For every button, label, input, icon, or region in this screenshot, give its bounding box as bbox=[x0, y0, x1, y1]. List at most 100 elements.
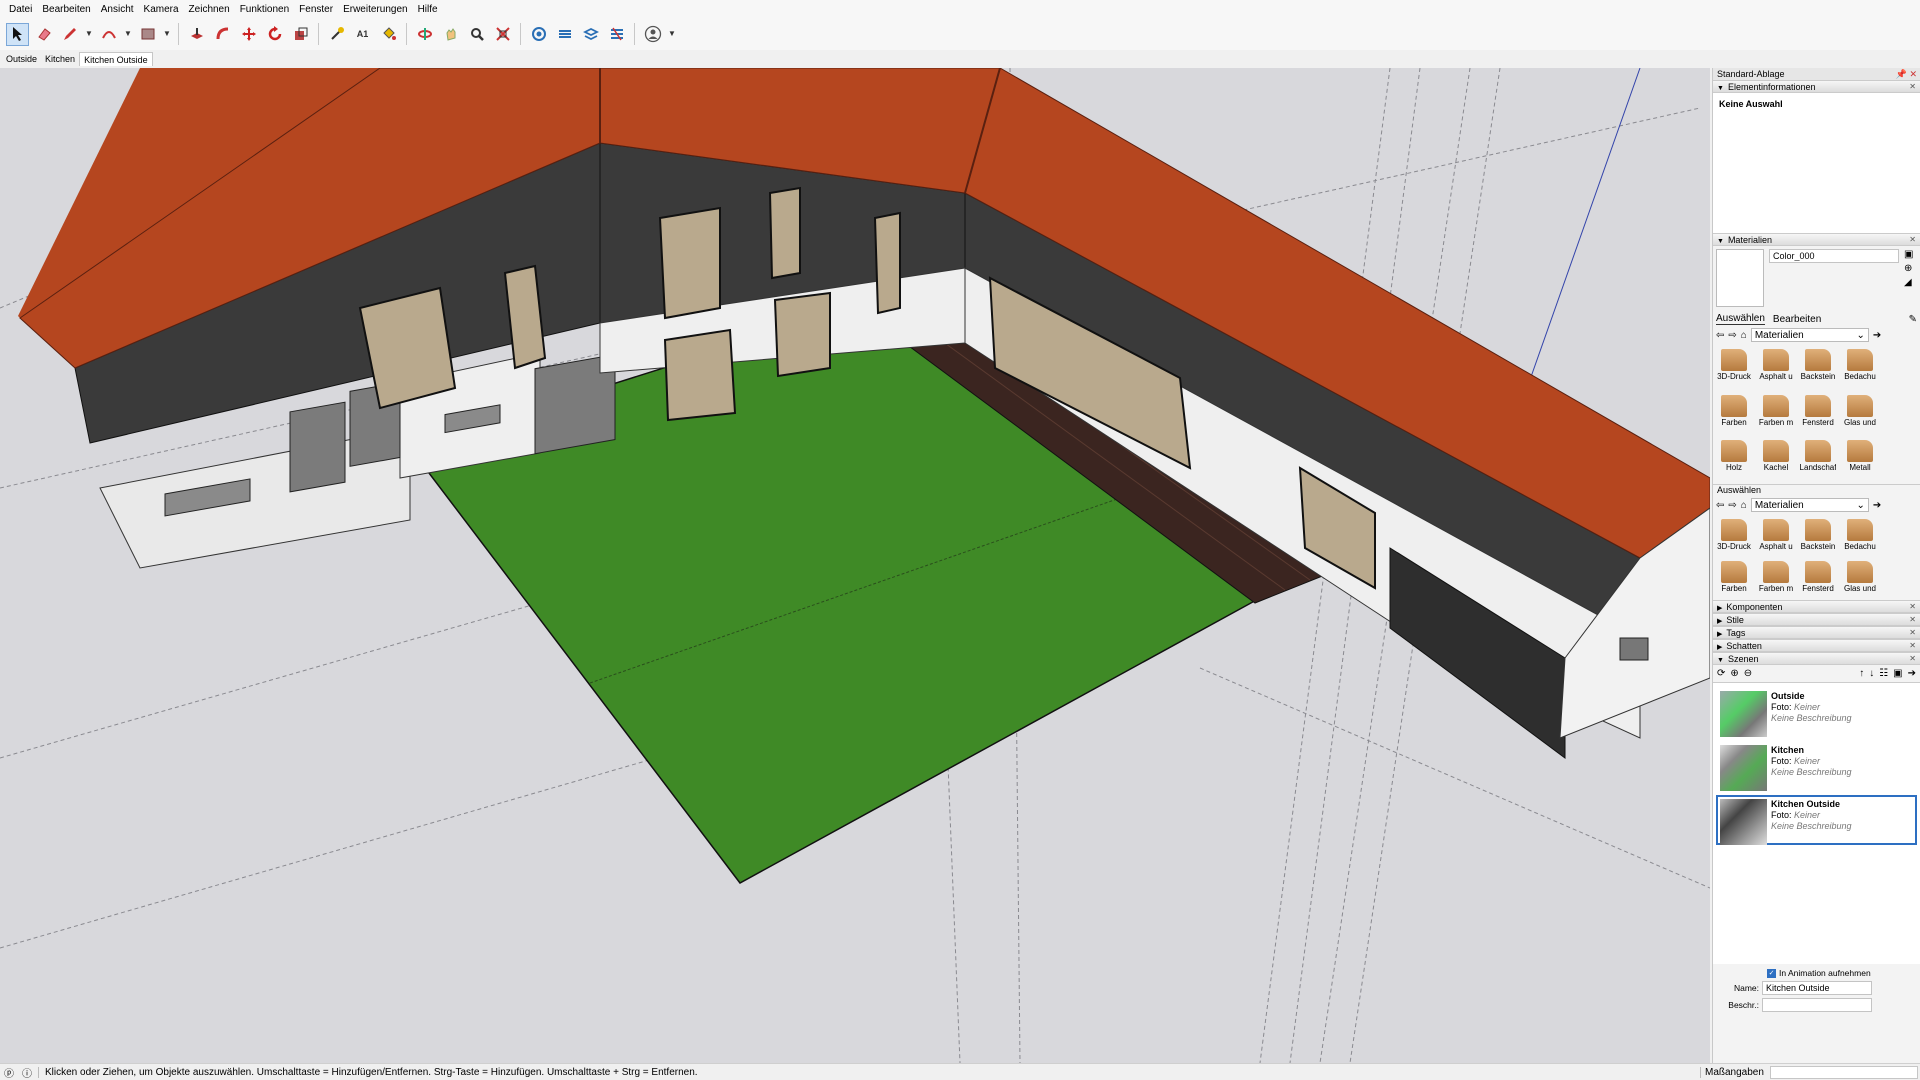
rectangle-tool-icon[interactable] bbox=[136, 23, 159, 46]
menu-datei[interactable]: Datei bbox=[4, 4, 37, 15]
menu-kamera[interactable]: Kamera bbox=[139, 4, 184, 15]
chevron-down-icon[interactable]: ▼ bbox=[84, 23, 94, 46]
collection-select[interactable]: Materialien ⌄ bbox=[1750, 328, 1869, 342]
info-icon[interactable]: ⓘ bbox=[22, 1065, 32, 1080]
material-tile[interactable]: 3D-Druck bbox=[1716, 347, 1752, 385]
close-icon[interactable]: ✕ bbox=[1909, 615, 1916, 624]
create-material-icon[interactable]: ⊕ bbox=[1904, 263, 1913, 274]
paint-bucket-tool-icon[interactable] bbox=[377, 23, 400, 46]
material-swatch[interactable] bbox=[1716, 249, 1764, 307]
forward-arrow-icon[interactable]: ⇨ bbox=[1728, 500, 1736, 511]
measurements-field[interactable] bbox=[1770, 1065, 1918, 1079]
close-icon[interactable]: ✕ bbox=[1909, 654, 1916, 663]
zoom-extents-tool-icon[interactable] bbox=[491, 23, 514, 46]
extension-manager-icon[interactable] bbox=[605, 23, 628, 46]
scenes-header[interactable]: ▼ Szenen ✕ bbox=[1713, 652, 1920, 665]
geo-location-icon[interactable]: ⓟ bbox=[4, 1065, 14, 1080]
add-scene-icon[interactable]: ⊕ bbox=[1730, 668, 1738, 679]
layout-icon[interactable] bbox=[579, 23, 602, 46]
scale-tool-icon[interactable] bbox=[289, 23, 312, 46]
material-tile[interactable]: Farben m bbox=[1758, 393, 1794, 431]
close-icon[interactable]: ✕ bbox=[1909, 69, 1917, 79]
menu-fenster[interactable]: Fenster bbox=[294, 4, 338, 15]
material-tile[interactable]: 3D-Druck bbox=[1716, 517, 1752, 555]
remove-scene-icon[interactable]: ⊖ bbox=[1744, 668, 1752, 679]
scene-list-item[interactable]: Kitchen Foto: Keiner Keine Beschreibung bbox=[1716, 741, 1917, 791]
rotate-tool-icon[interactable] bbox=[263, 23, 286, 46]
view-options-icon[interactable]: ☷ bbox=[1879, 668, 1888, 679]
chevron-down-icon[interactable]: ▼ bbox=[162, 23, 172, 46]
forward-arrow-icon[interactable]: ⇨ bbox=[1728, 330, 1736, 341]
material-tile[interactable]: Kachel bbox=[1758, 438, 1794, 476]
details-arrow-icon[interactable]: ➔ bbox=[1873, 330, 1881, 341]
entity-info-header[interactable]: ▼ Elementinformationen ✕ bbox=[1713, 80, 1920, 93]
scene-list-item[interactable]: Kitchen Outside Foto: Keiner Keine Besch… bbox=[1716, 795, 1917, 845]
show-details-icon[interactable]: ▣ bbox=[1893, 668, 1902, 679]
material-tile[interactable]: Asphalt u bbox=[1758, 347, 1794, 385]
material-tile[interactable]: Fensterd bbox=[1800, 559, 1836, 597]
close-icon[interactable]: ✕ bbox=[1909, 235, 1916, 244]
back-arrow-icon[interactable]: ⇦ bbox=[1716, 330, 1724, 341]
close-icon[interactable]: ✕ bbox=[1909, 641, 1916, 650]
pan-tool-icon[interactable] bbox=[439, 23, 462, 46]
details-arrow-icon[interactable]: ➔ bbox=[1873, 500, 1881, 511]
push-pull-tool-icon[interactable] bbox=[185, 23, 208, 46]
refresh-scene-icon[interactable]: ⟳ bbox=[1717, 668, 1725, 679]
chevron-down-icon[interactable]: ▼ bbox=[123, 23, 133, 46]
components-header[interactable]: ▶ Komponenten ✕ bbox=[1713, 600, 1920, 613]
chevron-down-icon[interactable]: ▼ bbox=[667, 23, 677, 46]
sample-paint-icon[interactable]: ◢ bbox=[1904, 277, 1913, 288]
material-tile[interactable]: Landschaf bbox=[1800, 438, 1836, 476]
back-arrow-icon[interactable]: ⇦ bbox=[1716, 500, 1724, 511]
select-tool-icon[interactable] bbox=[6, 22, 29, 46]
close-icon[interactable]: ✕ bbox=[1909, 602, 1916, 611]
warehouse-icon[interactable] bbox=[527, 23, 550, 46]
model-viewport[interactable] bbox=[0, 68, 1710, 1063]
scene-description-field[interactable] bbox=[1762, 998, 1872, 1012]
include-animation-checkbox[interactable]: ✓ bbox=[1767, 968, 1776, 978]
zoom-tool-icon[interactable] bbox=[465, 23, 488, 46]
move-scene-down-icon[interactable]: ↓ bbox=[1869, 668, 1874, 679]
eraser-tool-icon[interactable] bbox=[32, 23, 55, 46]
material-tile[interactable]: Glas und bbox=[1842, 393, 1878, 431]
material-tile[interactable]: Bedachu bbox=[1842, 347, 1878, 385]
menu-hilfe[interactable]: Hilfe bbox=[413, 4, 443, 15]
home-icon[interactable]: ⌂ bbox=[1741, 500, 1747, 511]
menu-funktionen[interactable]: Funktionen bbox=[235, 4, 294, 15]
material-tile[interactable]: Farben bbox=[1716, 559, 1752, 597]
shadows-header[interactable]: ▶ Schatten ✕ bbox=[1713, 639, 1920, 652]
material-tile[interactable]: Holz bbox=[1716, 438, 1752, 476]
styles-header[interactable]: ▶ Stile ✕ bbox=[1713, 613, 1920, 626]
materials-header[interactable]: ▼ Materialien ✕ bbox=[1713, 233, 1920, 246]
follow-me-tool-icon[interactable] bbox=[211, 23, 234, 46]
material-tile[interactable]: Backstein bbox=[1800, 347, 1836, 385]
menu-ansicht[interactable]: Ansicht bbox=[96, 4, 139, 15]
pencil-tool-icon[interactable] bbox=[58, 23, 81, 46]
menu-bearbeiten[interactable]: Bearbeiten bbox=[37, 4, 95, 15]
user-account-icon[interactable] bbox=[641, 23, 664, 46]
home-icon[interactable]: ⌂ bbox=[1741, 330, 1747, 341]
tab-select[interactable]: Auswählen bbox=[1716, 313, 1765, 325]
menu-zeichnen[interactable]: Zeichnen bbox=[184, 4, 235, 15]
extension-warehouse-icon[interactable] bbox=[553, 23, 576, 46]
menu-erweiterungen[interactable]: Erweiterungen bbox=[338, 4, 412, 15]
material-tile[interactable]: Fensterd bbox=[1800, 393, 1836, 431]
material-tile[interactable]: Bedachu bbox=[1842, 517, 1878, 555]
move-scene-up-icon[interactable]: ↑ bbox=[1859, 668, 1864, 679]
secondary-collection-select[interactable]: Materialien ⌄ bbox=[1750, 498, 1869, 512]
material-tile[interactable]: Asphalt u bbox=[1758, 517, 1794, 555]
move-tool-icon[interactable] bbox=[237, 23, 260, 46]
eyedropper-icon[interactable]: ✎ bbox=[1909, 314, 1917, 325]
tags-header[interactable]: ▶ Tags ✕ bbox=[1713, 626, 1920, 639]
arc-tool-icon[interactable] bbox=[97, 23, 120, 46]
material-tile[interactable]: Backstein bbox=[1800, 517, 1836, 555]
material-tile[interactable]: Glas und bbox=[1842, 559, 1878, 597]
close-icon[interactable]: ✕ bbox=[1909, 82, 1916, 91]
material-tile[interactable]: Farben m bbox=[1758, 559, 1794, 597]
tab-outside[interactable]: Outside bbox=[2, 52, 41, 66]
material-tile[interactable]: Farben bbox=[1716, 393, 1752, 431]
close-icon[interactable]: ✕ bbox=[1909, 628, 1916, 637]
text-tool-icon[interactable]: A1 bbox=[351, 23, 374, 46]
orbit-tool-icon[interactable] bbox=[413, 23, 436, 46]
tab-kitchen-outside[interactable]: Kitchen Outside bbox=[79, 52, 153, 66]
